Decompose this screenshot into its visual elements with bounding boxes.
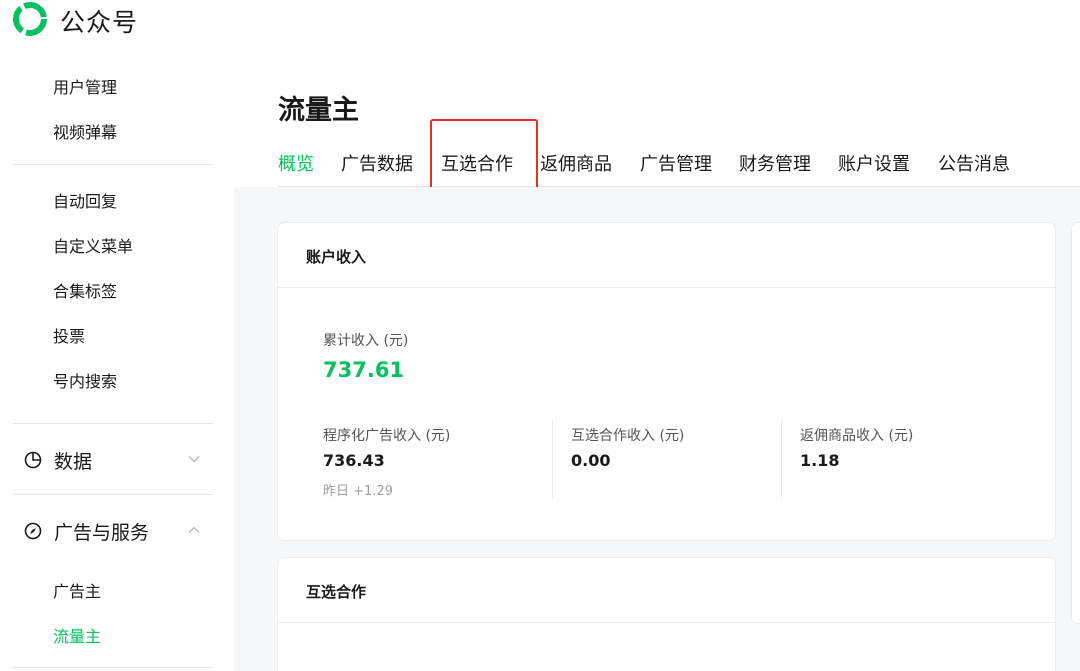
sidebar-item-advertiser[interactable]: 广告主 (53, 578, 101, 602)
sidebar-item-collection-tags[interactable]: 合集标签 (53, 278, 117, 302)
sidebar-item-custom-menu[interactable]: 自定义菜单 (53, 233, 133, 257)
commission-income-label: 返佣商品收入 (元) (800, 428, 914, 444)
sidebar: 用户管理 视频弹幕 自动回复 自定义菜单 合集标签 投票 号内搜索 数据 广告与… (0, 48, 234, 671)
sidebar-item-danmaku[interactable]: 视频弹幕 (53, 119, 117, 143)
chevron-up-icon (188, 526, 200, 533)
chevron-down-icon (188, 456, 200, 463)
top-bar: 公众号 (0, 0, 1080, 48)
total-income-label: 累计收入 (元) (323, 333, 409, 349)
sidebar-divider (13, 667, 213, 668)
sidebar-item-auto-reply[interactable]: 自动回复 (53, 188, 117, 212)
sidebar-item-vote[interactable]: 投票 (53, 323, 85, 347)
sidebar-divider (13, 423, 213, 424)
sidebar-group-ads-services[interactable]: 广告与服务 (22, 517, 212, 545)
tab-mutual-selection[interactable]: 互选合作 (441, 150, 513, 176)
brand-name: 公众号 (60, 8, 139, 37)
tab-bar: 概览 广告数据 互选合作 返佣商品 广告管理 财务管理 账户设置 公告消息 (278, 150, 1080, 188)
side-card (1072, 223, 1080, 623)
sidebar-group-data[interactable]: 数据 (22, 446, 212, 474)
logo-icon[interactable] (13, 2, 47, 36)
sidebar-divider (13, 164, 213, 165)
tab-ad-data[interactable]: 广告数据 (341, 150, 413, 176)
card-title: 账户收入 (306, 248, 367, 266)
column-divider (781, 420, 782, 498)
mutual-selection-card: 互选合作 (278, 558, 1055, 671)
income-card: 账户收入 累计收入 (元) 737.61 程序化广告收入 (元) 736.43 … (278, 223, 1055, 540)
tab-finance[interactable]: 财务管理 (739, 150, 811, 176)
yesterday-change: 昨日 +1.29 (323, 484, 393, 499)
programmatic-income-label: 程序化广告收入 (元) (323, 428, 451, 444)
mutual-income-label: 互选合作收入 (元) (571, 428, 685, 444)
main-panel: 流量主 概览 广告数据 互选合作 返佣商品 广告管理 财务管理 账户设置 公告消… (234, 48, 1080, 671)
column-divider (552, 420, 553, 498)
compass-icon (24, 522, 42, 540)
total-income-value: 737.61 (323, 358, 405, 382)
programmatic-income-value: 736.43 (323, 451, 385, 470)
content-area: 账户收入 累计收入 (元) 737.61 程序化广告收入 (元) 736.43 … (234, 187, 1080, 671)
tab-account-settings[interactable]: 账户设置 (838, 150, 910, 176)
sidebar-group-label: 数据 (54, 451, 93, 473)
card-title: 互选合作 (306, 583, 367, 601)
sidebar-divider (13, 494, 213, 495)
sidebar-item-users[interactable]: 用户管理 (53, 74, 117, 98)
tab-overview[interactable]: 概览 (278, 150, 314, 176)
mutual-income-value: 0.00 (571, 451, 611, 470)
commission-income-value: 1.18 (800, 451, 840, 470)
sidebar-group-label: 广告与服务 (54, 522, 150, 544)
page-title: 流量主 (278, 95, 359, 126)
tab-commission-goods[interactable]: 返佣商品 (540, 150, 612, 176)
sidebar-item-account-search[interactable]: 号内搜索 (53, 368, 117, 392)
sidebar-item-publisher[interactable]: 流量主 (53, 623, 101, 647)
tab-announcements[interactable]: 公告消息 (938, 150, 1010, 176)
card-header: 互选合作 (278, 558, 1055, 623)
tab-ad-management[interactable]: 广告管理 (640, 150, 712, 176)
card-header: 账户收入 (278, 223, 1055, 288)
pie-chart-icon (24, 451, 42, 469)
